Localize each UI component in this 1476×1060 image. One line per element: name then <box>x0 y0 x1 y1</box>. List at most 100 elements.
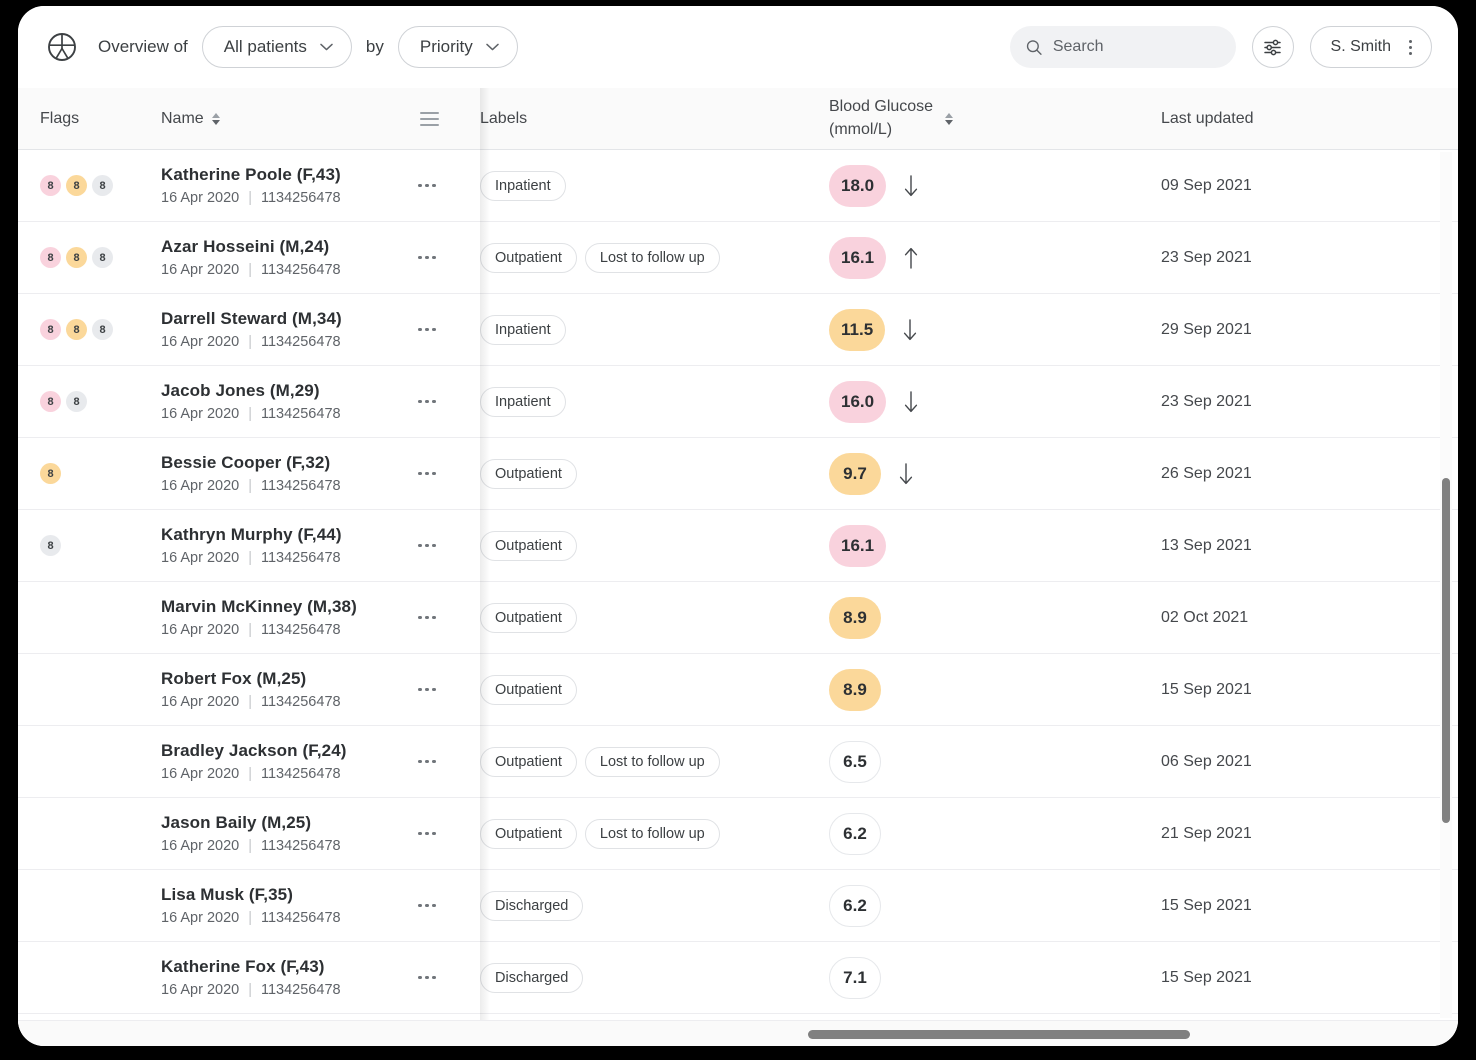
patient-name[interactable]: Robert Fox (M,25) <box>161 669 341 689</box>
table-row[interactable]: 8 8 8 Katherine Poole (F,43) 16 Apr 2020 | 113… <box>18 150 1458 222</box>
patient-name[interactable]: Kathryn Murphy (F,44) <box>161 525 342 545</box>
patient-name[interactable]: Katherine Poole (F,43) <box>161 165 341 185</box>
patients-filter-dropdown[interactable]: All patients <box>201 26 352 68</box>
patient-id: 1134256478 <box>261 982 341 998</box>
patient-id: 1134256478 <box>261 406 341 422</box>
table-row[interactable]: Marvin McKinney (M,38) 16 Apr 2020 | 113425… <box>18 582 1458 654</box>
table-row[interactable]: Lisa Musk (F,35) 16 Apr 2020 | 1134256478 Di… <box>18 870 1458 942</box>
cell-flags <box>18 654 150 725</box>
label-chip[interactable]: Outpatient <box>480 530 577 561</box>
patient-id: 1134256478 <box>261 910 341 926</box>
flag-badge[interactable]: 8 <box>66 175 87 196</box>
label-chip[interactable]: Discharged <box>480 962 584 993</box>
meta-separator: | <box>248 406 252 422</box>
flag-badge[interactable]: 8 <box>92 319 113 340</box>
table-row[interactable]: 8 Kathryn Murphy (F,44) 16 Apr 2020 | 113425… <box>18 510 1458 582</box>
patient-name[interactable]: Jacob Jones (M,29) <box>161 381 341 401</box>
flag-badge[interactable]: 8 <box>40 175 61 196</box>
table-row[interactable]: 8 8 8 Darrell Steward (M,34) 16 Apr 2020 | 113… <box>18 294 1458 366</box>
label-chip[interactable]: Outpatient <box>480 674 577 705</box>
label-chip[interactable]: Inpatient <box>480 170 566 201</box>
table-row[interactable]: 8 8 8 Azar Hosseini (M,24) 16 Apr 2020 | 11342… <box>18 222 1458 294</box>
flag-badge[interactable]: 8 <box>92 247 113 268</box>
cell-blood-glucose: 16.1 <box>815 222 1145 293</box>
patient-name[interactable]: Lisa Musk (F,35) <box>161 885 341 905</box>
flag-badge[interactable]: 8 <box>66 319 87 340</box>
sliders-icon <box>1264 39 1281 55</box>
table-row[interactable]: Bradley Jackson (F,24) 16 Apr 2020 | 113425… <box>18 726 1458 798</box>
cell-blood-glucose: 8.9 <box>815 654 1145 725</box>
patient-name[interactable]: Darrell Steward (M,34) <box>161 309 342 329</box>
row-more-options-icon[interactable] <box>418 615 436 620</box>
flag-badge[interactable]: 8 <box>40 319 61 340</box>
table-row[interactable]: Jason Baily (M,25) 16 Apr 2020 | 1134256478… <box>18 798 1458 870</box>
label-chip[interactable]: Inpatient <box>480 314 566 345</box>
row-more-options-icon[interactable] <box>418 903 436 908</box>
vertical-scrollbar-thumb[interactable] <box>1442 478 1450 823</box>
column-header-name[interactable]: Name <box>150 88 460 149</box>
table-body[interactable]: 8 8 8 Katherine Poole (F,43) 16 Apr 2020 | 113… <box>18 150 1458 1046</box>
patient-id: 1134256478 <box>261 190 341 206</box>
row-more-options-icon[interactable] <box>418 255 436 260</box>
flag-badge[interactable]: 8 <box>66 247 87 268</box>
row-more-options-icon[interactable] <box>418 831 436 836</box>
horizontal-scrollbar-thumb[interactable] <box>808 1030 1190 1039</box>
sort-filter-dropdown[interactable]: Priority <box>397 26 518 68</box>
flag-badge[interactable]: 8 <box>92 175 113 196</box>
row-more-options-icon[interactable] <box>418 759 436 764</box>
sort-toggle-icon[interactable] <box>945 112 954 125</box>
table-row[interactable]: 8 8 Jacob Jones (M,29) 16 Apr 2020 | 11342564… <box>18 366 1458 438</box>
flag-badge[interactable]: 8 <box>40 247 61 268</box>
user-account-button[interactable]: S. Smith <box>1309 26 1432 68</box>
column-header-flags[interactable]: Flags <box>18 88 150 149</box>
column-options-icon[interactable] <box>420 111 439 126</box>
label-chip[interactable]: Outpatient <box>480 242 577 273</box>
table-row[interactable]: Katherine Fox (F,43) 16 Apr 2020 | 11342564… <box>18 942 1458 1014</box>
patient-name[interactable]: Katherine Fox (F,43) <box>161 957 341 977</box>
label-chip[interactable]: Outpatient <box>480 458 577 489</box>
row-more-options-icon[interactable] <box>418 687 436 692</box>
user-name-label: S. Smith <box>1330 38 1391 55</box>
meta-separator: | <box>248 838 252 854</box>
patient-name[interactable]: Bradley Jackson (F,24) <box>161 741 347 761</box>
search-box[interactable] <box>1009 26 1236 68</box>
row-more-options-icon[interactable] <box>418 543 436 548</box>
table-row[interactable]: 8 Bessie Cooper (F,32) 16 Apr 2020 | 1134256… <box>18 438 1458 510</box>
row-more-options-icon[interactable] <box>418 471 436 476</box>
label-chip[interactable]: Outpatient <box>480 746 577 777</box>
label-chip[interactable]: Lost to follow up <box>584 818 720 849</box>
cell-labels: Outpatient Lost to follow up <box>460 726 815 797</box>
filter-settings-button[interactable] <box>1251 26 1294 68</box>
patient-date: 16 Apr 2020 <box>161 766 240 782</box>
patient-name[interactable]: Jason Baily (M,25) <box>161 813 341 833</box>
flag-badge[interactable]: 8 <box>66 391 87 412</box>
label-chip[interactable]: Inpatient <box>480 386 566 417</box>
flag-badge[interactable]: 8 <box>40 535 61 556</box>
label-chip[interactable]: Lost to follow up <box>584 242 720 273</box>
label-chip[interactable]: Outpatient <box>480 818 577 849</box>
kebab-menu-icon[interactable] <box>1403 39 1417 55</box>
label-chip[interactable]: Outpatient <box>480 602 577 633</box>
patient-name[interactable]: Bessie Cooper (F,32) <box>161 453 341 473</box>
row-more-options-icon[interactable] <box>418 183 436 188</box>
table-row[interactable]: Robert Fox (M,25) 16 Apr 2020 | 1134256478 O… <box>18 654 1458 726</box>
blood-glucose-value: 8.9 <box>829 668 881 711</box>
patient-name[interactable]: Azar Hosseini (M,24) <box>161 237 341 257</box>
row-more-options-icon[interactable] <box>418 975 436 980</box>
sort-filter-label: Priority <box>419 37 473 56</box>
column-header-last-updated[interactable]: Last updated <box>1145 88 1458 149</box>
flag-badge[interactable]: 8 <box>40 391 61 412</box>
sort-toggle-icon[interactable] <box>211 112 220 125</box>
horizontal-scrollbar[interactable] <box>18 1020 1458 1046</box>
label-chip[interactable]: Discharged <box>480 890 584 921</box>
column-header-blood-glucose[interactable]: Blood Glucose (mmol/L) <box>815 88 1145 149</box>
vertical-scrollbar[interactable] <box>1440 152 1452 1018</box>
label-chip[interactable]: Lost to follow up <box>584 746 720 777</box>
row-more-options-icon[interactable] <box>418 327 436 332</box>
search-input[interactable] <box>1052 38 1220 56</box>
column-header-labels[interactable]: Labels <box>460 88 815 149</box>
blood-glucose-title: Blood Glucose <box>829 97 934 115</box>
patient-name[interactable]: Marvin McKinney (M,38) <box>161 597 357 617</box>
flag-badge[interactable]: 8 <box>40 463 61 484</box>
row-more-options-icon[interactable] <box>418 399 436 404</box>
